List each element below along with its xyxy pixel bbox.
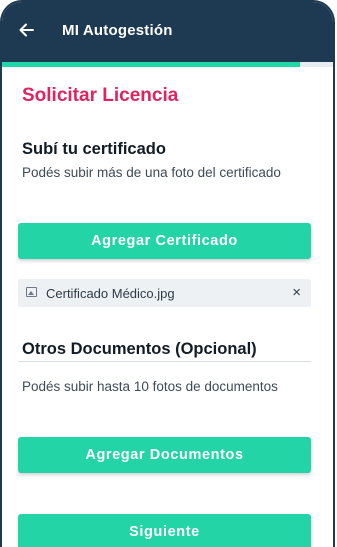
progress-bar bbox=[2, 62, 333, 67]
progress-bar-fill bbox=[2, 62, 300, 67]
add-certificate-button[interactable]: Agregar Certificado bbox=[18, 223, 311, 259]
phone-frame: MI Autogestión Solicitar Licencia Subí t… bbox=[0, 0, 335, 547]
certificate-section-title: Subí tu certificado bbox=[22, 140, 166, 158]
file-item: Certificado Médico.jpg × bbox=[18, 279, 311, 307]
remove-file-icon[interactable]: × bbox=[292, 284, 301, 301]
documents-section-description: Podés subir hasta 10 fotos de documentos bbox=[22, 379, 278, 394]
documents-section-title: Otros Documentos (Opcional) bbox=[22, 340, 257, 358]
next-button[interactable]: Siguiente bbox=[18, 514, 311, 547]
add-documents-button[interactable]: Agregar Documentos bbox=[18, 437, 311, 473]
section-divider bbox=[18, 361, 311, 362]
image-icon bbox=[26, 287, 37, 297]
app-bar: MI Autogestión bbox=[2, 2, 333, 62]
page-title: Solicitar Licencia bbox=[22, 85, 179, 106]
certificate-section-description: Podés subir más de una foto del certific… bbox=[22, 165, 281, 180]
app-title: MI Autogestión bbox=[62, 22, 173, 39]
arrow-left-icon[interactable] bbox=[18, 21, 36, 39]
file-name: Certificado Médico.jpg bbox=[46, 286, 175, 301]
